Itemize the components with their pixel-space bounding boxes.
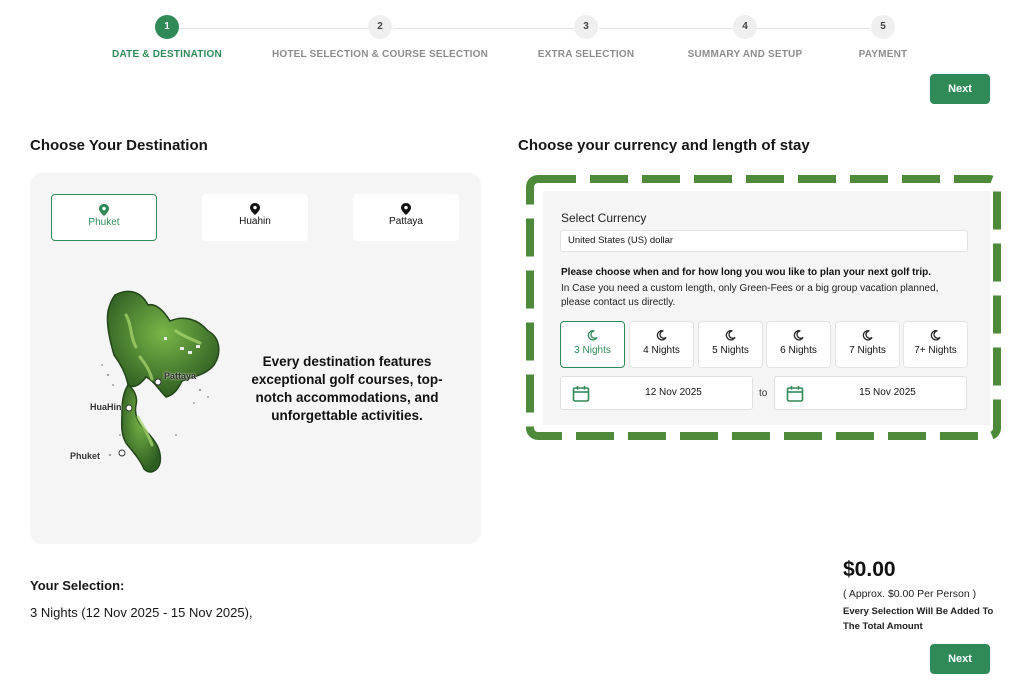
trip-question: Please choose when and for how long you … [561,267,932,278]
nights-label: 6 Nights [780,345,817,356]
step-label: HOTEL SELECTION & COURSE SELECTION [271,49,489,60]
nights-option-7-plus[interactable]: 7+ Nights [903,321,968,368]
nights-label: 7 Nights [849,345,886,356]
location-button-phuket[interactable]: Phuket [51,194,157,241]
per-person-price: ( Approx. $0.00 Per Person ) [843,588,977,600]
map-label-huahin: HuaHin [90,402,122,412]
moon-icon [930,330,941,341]
map-pin-icon [99,204,109,216]
nights-option-6[interactable]: 6 Nights [766,321,831,368]
total-price: $0.00 [843,558,896,581]
step-number: 5 [871,15,895,39]
next-button-top[interactable]: Next [930,74,990,104]
destination-panel: Phuket Huahin Pattaya Pattaya HuaHin Phu… [30,173,481,544]
moon-icon [793,330,804,341]
nights-option-3[interactable]: 3 Nights [560,321,625,368]
thailand-map-icon [101,290,220,473]
step-number: 1 [155,15,179,39]
nights-option-5[interactable]: 5 Nights [698,321,763,368]
destination-description: Every destination features exceptional g… [251,354,443,423]
location-name: Huahin [239,216,271,227]
step-hotel-course[interactable]: 2 HOTEL SELECTION & COURSE SELECTION [260,15,500,60]
map-pin-icon [401,203,411,215]
nights-label: 5 Nights [712,345,749,356]
moon-icon [725,330,736,341]
step-number: 4 [733,15,757,39]
end-date-value: 15 Nov 2025 [859,387,916,398]
selection-summary: 3 Nights (12 Nov 2025 - 15 Nov 2025), [30,605,253,620]
currency-panel: Select Currency United States (US) dolla… [543,191,990,425]
step-number: 2 [368,15,392,39]
moon-icon [587,330,598,341]
currency-label: Select Currency [561,211,647,225]
currency-select[interactable]: United States (US) dollar [560,230,968,252]
price-note: Every Selection Will Be Added To The Tot… [843,606,994,632]
nights-label: 7+ Nights [914,345,957,356]
location-name: Phuket [88,217,120,228]
destination-title: Choose Your Destination [30,137,208,154]
step-date-destination[interactable]: 1 DATE & DESTINATION [47,15,287,60]
date-range-separator: to [759,388,768,399]
start-date-field[interactable]: 12 Nov 2025 [560,376,753,410]
start-date-value: 12 Nov 2025 [645,387,702,398]
calendar-icon [572,386,590,402]
calendar-icon [786,386,804,402]
step-payment[interactable]: 5 PAYMENT [763,15,1003,60]
nights-option-7[interactable]: 7 Nights [835,321,900,368]
selection-title: Your Selection: [30,578,125,593]
custom-length-note: In Case you need a custom length, only G… [561,283,939,308]
end-date-field[interactable]: 15 Nov 2025 [774,376,967,410]
map-pin-icon [250,203,260,215]
location-name: Pattaya [389,216,423,227]
map-label-pattaya: Pattaya [164,371,197,381]
step-label: DATE & DESTINATION [112,49,222,60]
nights-label: 3 Nights [574,345,611,356]
thailand-map-illustration: Pattaya HuaHin Phuket [70,285,250,485]
moon-icon [862,330,873,341]
moon-icon [656,330,667,341]
step-number: 3 [574,15,598,39]
nights-label: 4 Nights [643,345,680,356]
step-label: PAYMENT [858,49,908,60]
location-button-huahin[interactable]: Huahin [202,194,308,241]
nights-option-4[interactable]: 4 Nights [629,321,694,368]
currency-title: Choose your currency and length of stay [518,137,810,154]
progress-stepper: 1 DATE & DESTINATION 2 HOTEL SELECTION &… [0,15,1024,65]
location-button-pattaya[interactable]: Pattaya [353,194,459,241]
next-button-bottom[interactable]: Next [930,644,990,674]
map-label-phuket: Phuket [70,451,101,461]
